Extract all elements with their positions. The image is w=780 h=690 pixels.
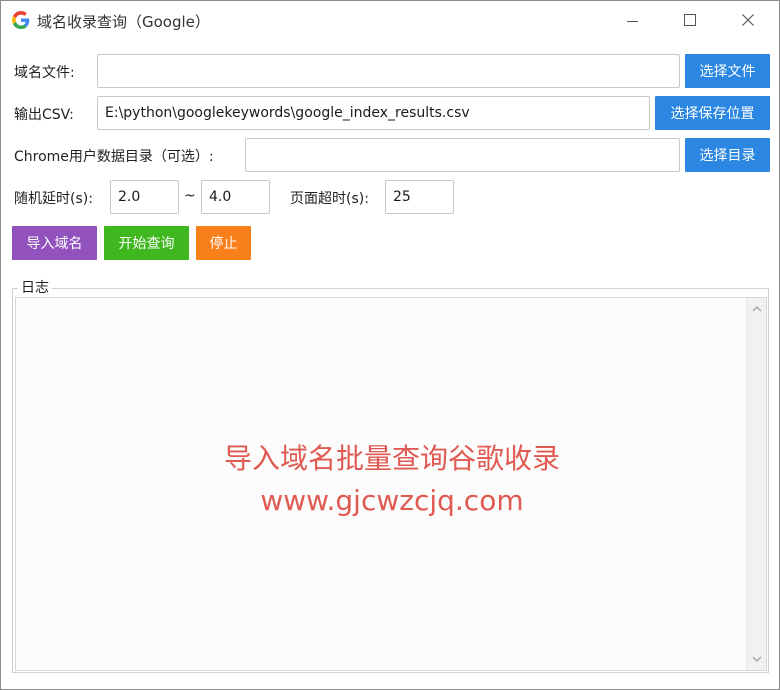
start-query-button[interactable]: 开始查询 (104, 226, 189, 260)
select-file-button[interactable]: 选择文件 (685, 54, 770, 88)
title-bar: 域名收录查询（Google） (1, 1, 779, 39)
delay-label: 随机延时(s): (14, 191, 93, 207)
domain-file-label: 域名文件: (14, 65, 75, 81)
overlay-caption: 导入域名批量查询谷歌收录 www.gjcwzcjq.com (16, 438, 768, 522)
close-icon (742, 14, 754, 26)
chrome-dir-field[interactable] (245, 138, 680, 172)
overlay-line-2: www.gjcwzcjq.com (260, 484, 524, 517)
maximize-button[interactable] (661, 1, 719, 39)
log-scrollbar[interactable] (746, 298, 766, 670)
delay-min-field[interactable]: 2.0 (110, 180, 179, 214)
import-domains-button[interactable]: 导入域名 (12, 226, 97, 260)
delay-max-field[interactable]: 4.0 (201, 180, 270, 214)
select-save-location-button[interactable]: 选择保存位置 (655, 96, 770, 130)
app-window: 域名收录查询（Google） 域名文件: 选择文件 输出CSV: E:\pyth… (0, 0, 780, 690)
chevron-up-icon (752, 306, 761, 312)
minimize-button[interactable] (603, 1, 661, 39)
window-title: 域名收录查询（Google） (37, 13, 210, 31)
timeout-field[interactable]: 25 (385, 180, 454, 214)
minimize-icon (626, 20, 638, 22)
stop-button[interactable]: 停止 (196, 226, 251, 260)
maximize-icon (684, 14, 696, 26)
output-csv-field[interactable]: E:\python\googlekeywords\google_index_re… (97, 96, 650, 130)
google-g-icon (12, 11, 30, 29)
chevron-down-icon (752, 656, 761, 662)
delay-separator: ~ (184, 188, 196, 204)
timeout-label: 页面超时(s): (290, 191, 369, 207)
domain-file-field[interactable] (97, 54, 680, 88)
log-textarea[interactable]: 导入域名批量查询谷歌收录 www.gjcwzcjq.com (15, 297, 767, 671)
close-button[interactable] (719, 1, 777, 39)
log-legend: 日志 (18, 277, 52, 297)
output-csv-label: 输出CSV: (14, 107, 74, 123)
scroll-down-button[interactable] (747, 650, 766, 668)
overlay-line-1: 导入域名批量查询谷歌收录 (223, 442, 560, 475)
chrome-dir-label: Chrome用户数据目录（可选）: (14, 149, 214, 165)
select-directory-button[interactable]: 选择目录 (685, 138, 770, 172)
scroll-up-button[interactable] (747, 300, 766, 318)
